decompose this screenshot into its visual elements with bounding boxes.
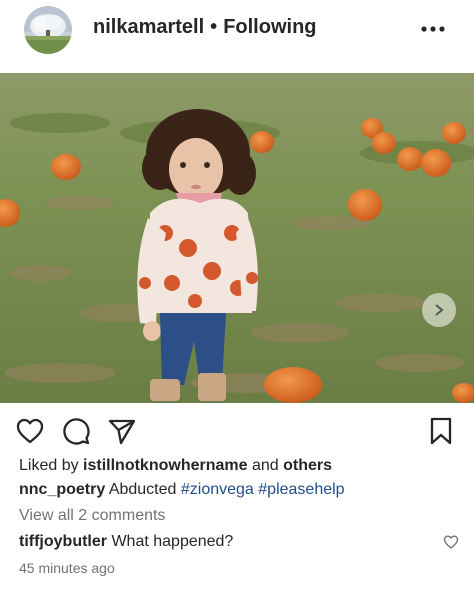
send-icon[interactable]: [107, 416, 137, 446]
caption-text: Abducted: [108, 481, 177, 498]
likes-and: and: [251, 457, 279, 474]
bookmark-icon[interactable]: [426, 416, 456, 446]
comment-like-icon[interactable]: [443, 534, 459, 550]
post-timestamp: 45 minutes ago: [19, 560, 115, 576]
likes-prefix: Liked by: [19, 457, 79, 474]
caption: nnc_poetry Abducted #zionvega #pleasehel…: [19, 480, 345, 500]
likes-others-link[interactable]: others: [283, 457, 332, 474]
comment-icon[interactable]: [61, 416, 91, 446]
username-link[interactable]: nilkamartell: [93, 16, 204, 38]
post-header: nilkamartell • Following: [0, 0, 474, 72]
view-all-comments-link[interactable]: View all 2 comments: [19, 506, 165, 526]
liker-username[interactable]: istillnotknowhername: [83, 457, 247, 474]
comment-row: tiffjoybutler What happened?: [19, 532, 233, 552]
hashtag-link[interactable]: #pleasehelp: [258, 481, 344, 498]
hashtag-link[interactable]: #zionvega: [181, 481, 254, 498]
post-author: nilkamartell • Following: [93, 15, 317, 39]
comment-text: What happened?: [111, 533, 234, 550]
next-image-button[interactable]: [422, 293, 456, 327]
comment-username[interactable]: tiffjoybutler: [19, 533, 107, 550]
avatar[interactable]: [24, 6, 72, 54]
action-bar: [0, 412, 474, 448]
post-image[interactable]: [0, 73, 474, 403]
separator-dot: •: [210, 16, 218, 38]
chevron-right-icon: [435, 304, 444, 316]
caption-username[interactable]: nnc_poetry: [19, 481, 105, 498]
more-horizontal-icon[interactable]: [418, 20, 448, 38]
following-button[interactable]: Following: [223, 16, 316, 38]
likes-summary: Liked by istillnotknowhername and others: [19, 456, 332, 476]
heart-icon[interactable]: [15, 416, 45, 446]
